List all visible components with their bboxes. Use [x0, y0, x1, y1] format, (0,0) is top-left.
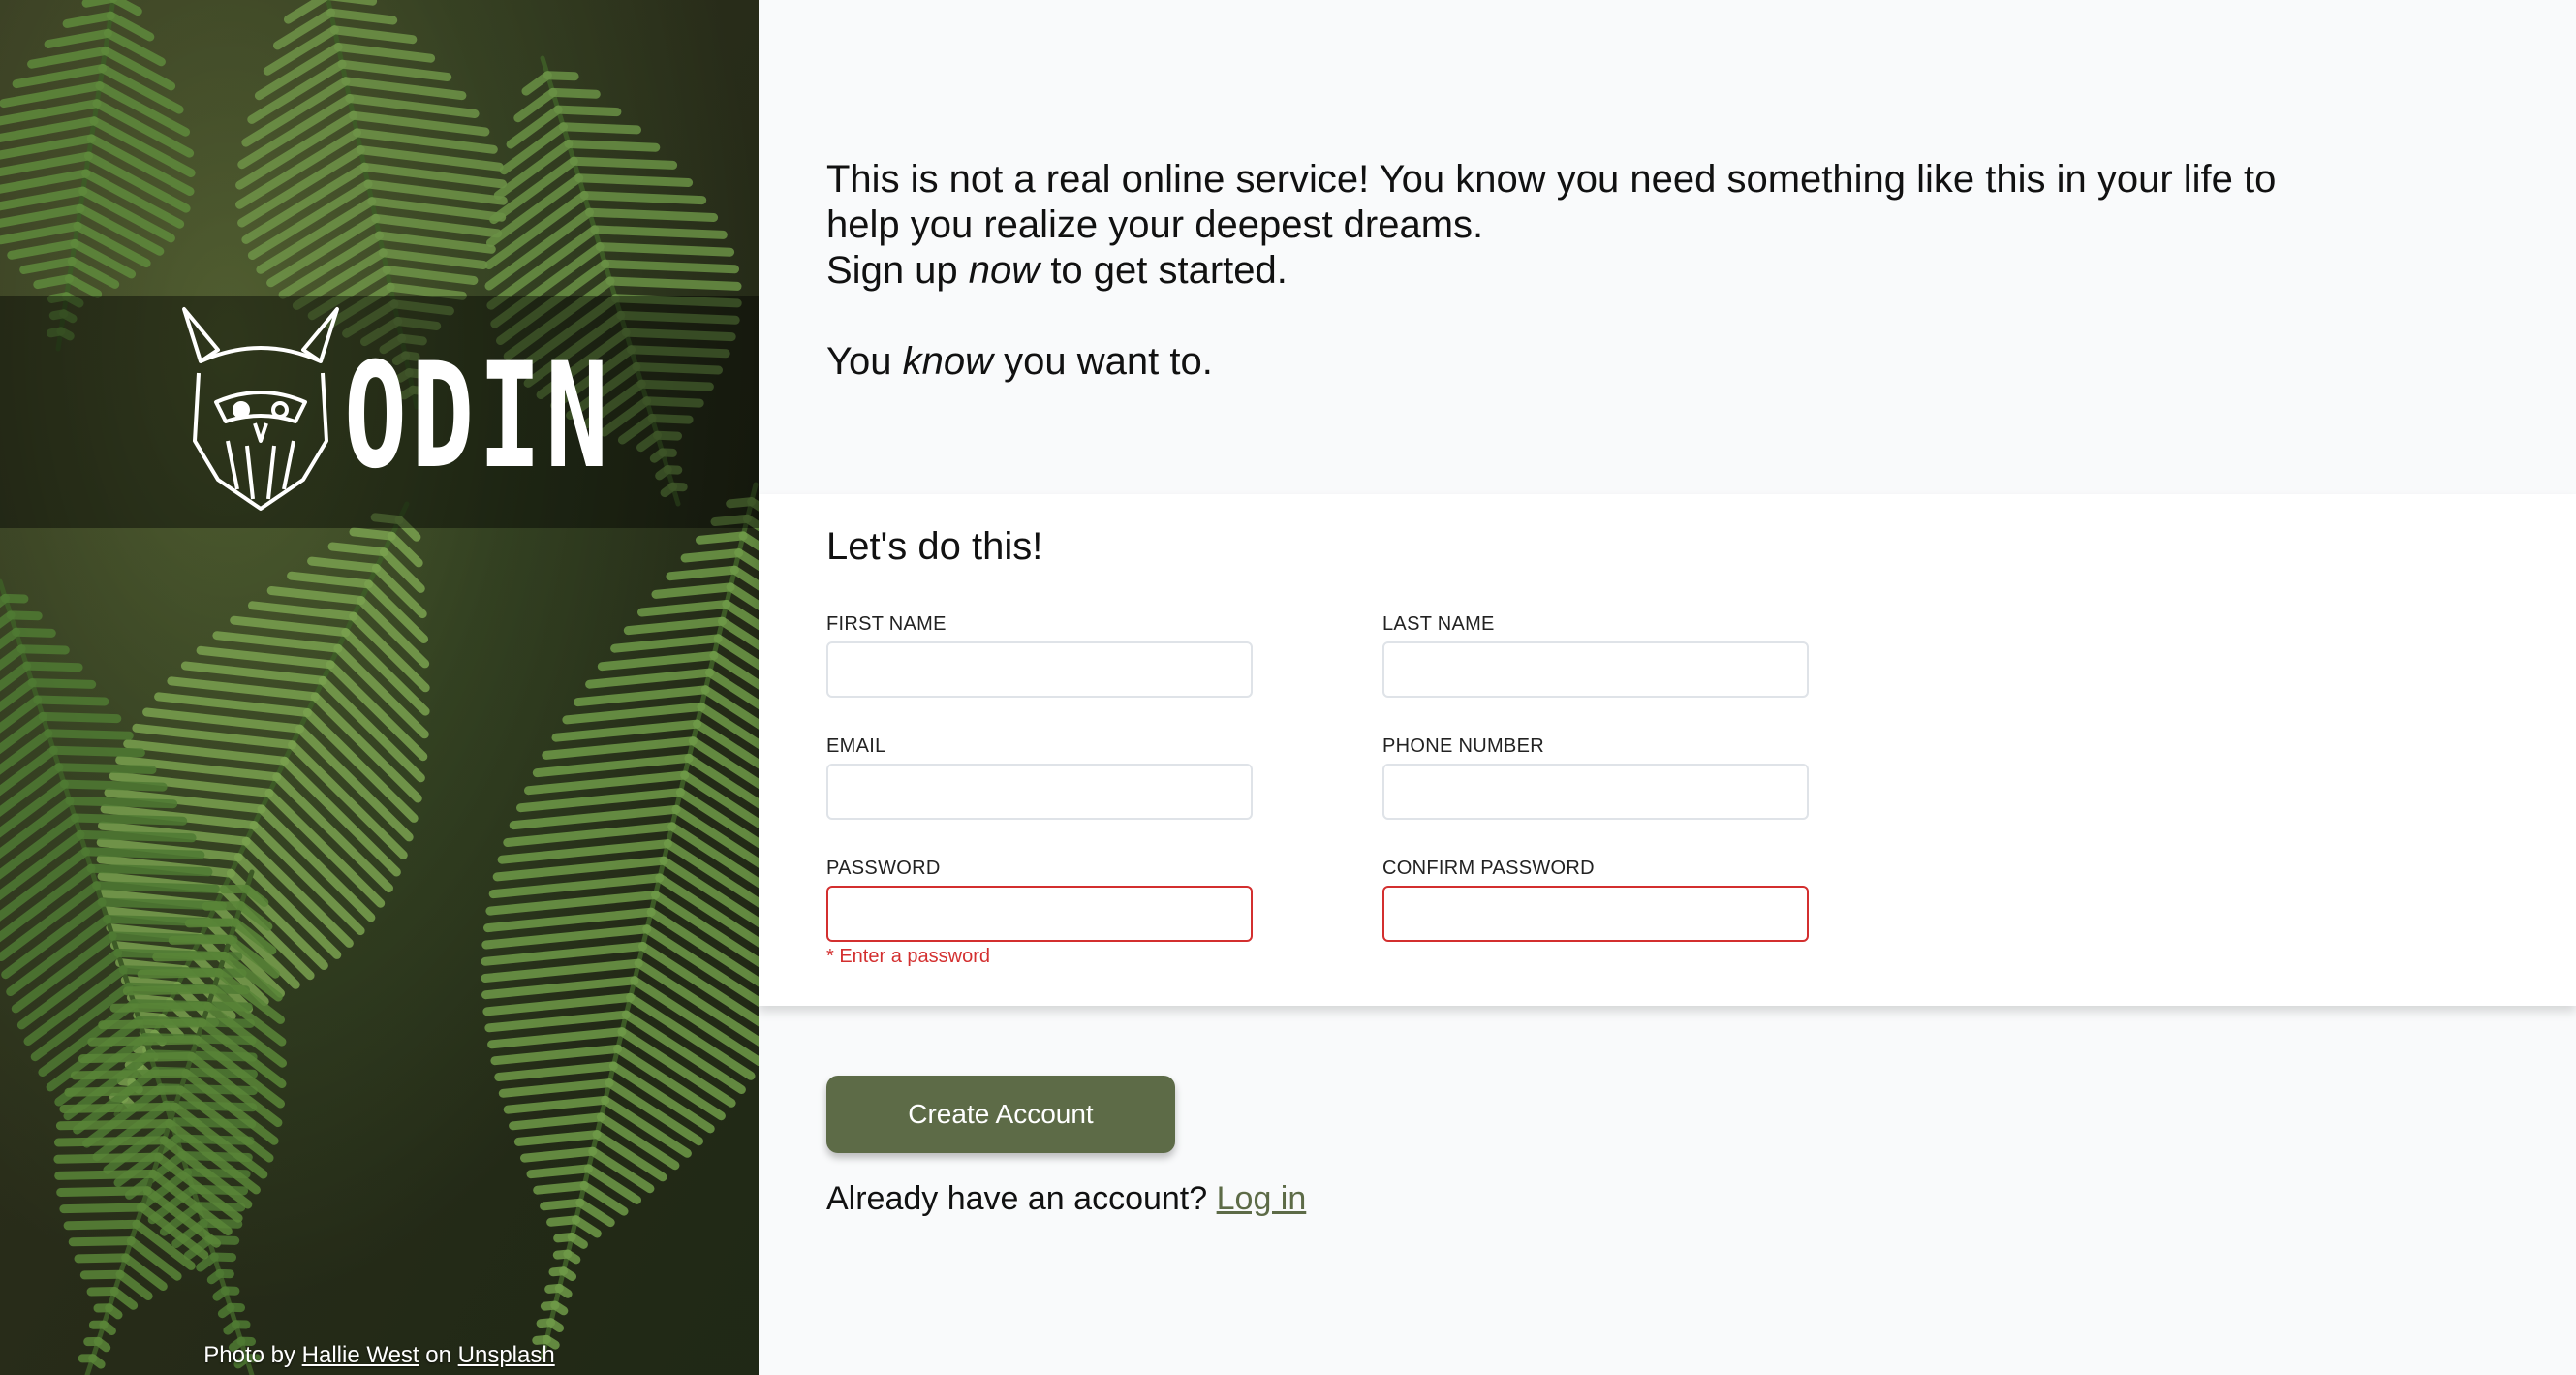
- intro-text: This is not a real online service! You k…: [826, 157, 2280, 385]
- password-error-message: * Enter a password: [826, 946, 990, 967]
- confirm-password-label: CONFIRM PASSWORD: [1382, 858, 1595, 879]
- phone-group: PHONE NUMBER: [1382, 735, 1809, 820]
- first-name-group: FIRST NAME: [826, 613, 1253, 698]
- intro-line-3: You know you want to.: [826, 339, 2280, 385]
- fern-background-image: [0, 0, 759, 1375]
- form-title: Let's do this!: [826, 525, 1043, 568]
- intro-line-1: This is not a real online service! You k…: [826, 158, 2277, 246]
- intro-line-2-emphasis: now: [968, 249, 1040, 292]
- last-name-input[interactable]: [1382, 641, 1809, 698]
- confirm-password-group: CONFIRM PASSWORD: [1382, 858, 1809, 942]
- intro-line-2: Sign up now to get started.: [826, 248, 2280, 294]
- first-name-label: FIRST NAME: [826, 613, 947, 635]
- intro-line-3-emphasis: know: [902, 340, 994, 383]
- create-account-button[interactable]: Create Account: [826, 1076, 1175, 1153]
- email-input[interactable]: [826, 764, 1253, 820]
- credit-author-link[interactable]: Hallie West: [302, 1342, 419, 1368]
- login-link[interactable]: Log in: [1217, 1180, 1307, 1217]
- intro-line-2-end: to get started.: [1050, 249, 1288, 292]
- signup-page: ODIN Photo by Hallie West on Unsplash Th…: [0, 0, 2576, 1375]
- logo-wordmark: ODIN: [344, 332, 613, 501]
- credit-source-link[interactable]: Unsplash: [458, 1342, 555, 1368]
- credit-prefix: Photo by: [203, 1342, 295, 1368]
- login-prompt: Already have an account? Log in: [826, 1180, 1306, 1218]
- intro-line-2-start: Sign up: [826, 249, 958, 292]
- login-prompt-text: Already have an account?: [826, 1180, 1208, 1217]
- intro-line-3-start: You: [826, 340, 892, 383]
- logo-band: ODIN: [0, 296, 759, 528]
- email-group: EMAIL: [826, 735, 1253, 820]
- phone-input[interactable]: [1382, 764, 1809, 820]
- email-label: EMAIL: [826, 735, 886, 757]
- hero-panel: ODIN Photo by Hallie West on Unsplash: [0, 0, 759, 1375]
- password-label: PASSWORD: [826, 858, 941, 879]
- form-actions: Create Account Already have an account? …: [826, 1076, 1306, 1218]
- signup-form: Let's do this! FIRST NAME LAST NAME EMAI…: [759, 494, 2576, 1006]
- first-name-input[interactable]: [826, 641, 1253, 698]
- phone-label: PHONE NUMBER: [1382, 735, 1544, 757]
- main-content: This is not a real online service! You k…: [759, 0, 2576, 1375]
- password-group: PASSWORD * Enter a password: [826, 858, 1253, 968]
- last-name-label: LAST NAME: [1382, 613, 1495, 635]
- credit-middle: on: [425, 1342, 451, 1368]
- confirm-password-input[interactable]: [1382, 886, 1809, 942]
- password-input[interactable]: [826, 886, 1253, 942]
- photo-credit: Photo by Hallie West on Unsplash: [0, 1342, 759, 1369]
- last-name-group: LAST NAME: [1382, 613, 1809, 698]
- intro-line-3-end: you want to.: [1004, 340, 1213, 383]
